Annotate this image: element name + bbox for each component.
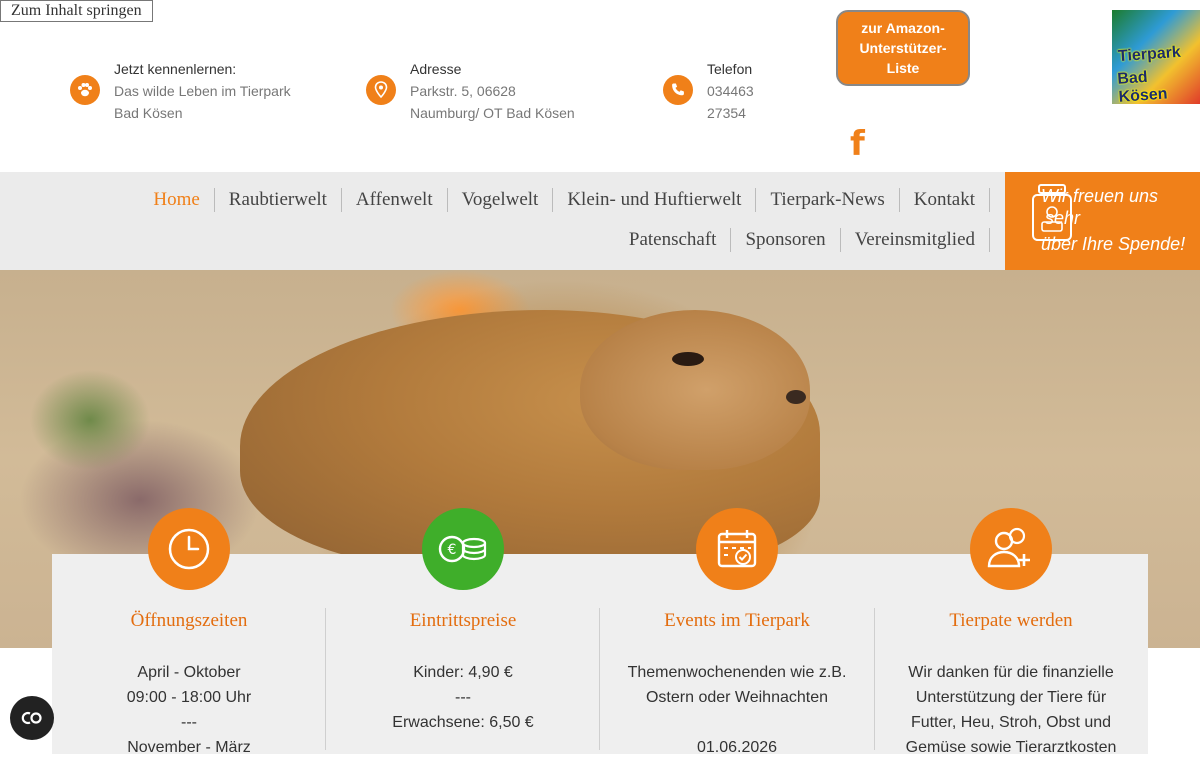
amazon-button-label: Unterstützer- xyxy=(859,40,947,56)
nav-item-tierpark-news[interactable]: Tierpark-News xyxy=(755,188,898,212)
site-logo[interactable]: Tierpark Bad Kösen xyxy=(1112,10,1200,104)
info-line: Parkstr. 5, 06628 xyxy=(410,83,516,99)
nav-item-patenschaft[interactable]: Patenschaft xyxy=(615,228,731,252)
info-heading: Telefon xyxy=(707,61,753,77)
logo-text: Bad Kösen xyxy=(1116,68,1169,104)
card-title: Tierpate werden xyxy=(949,610,1073,631)
card-line: Erwachsene: 6,50 € xyxy=(392,714,534,731)
calendar-check-icon xyxy=(696,508,778,590)
card-line: Kinder: 4,90 € xyxy=(413,664,513,681)
paw-icon xyxy=(70,75,100,105)
card-line: Unterstützung der Tiere für xyxy=(915,689,1107,706)
info-intro: Jetzt kennenlernen: Das wilde Leben im T… xyxy=(70,58,291,124)
donate-text-prefix: Wir xyxy=(1041,186,1068,206)
logo-text: Tierpark xyxy=(1117,43,1182,66)
phone-icon xyxy=(663,75,693,105)
svg-text:€: € xyxy=(448,542,457,558)
amazon-button-label: Liste xyxy=(886,60,920,76)
donate-text: über Ihre Spende! xyxy=(1041,234,1186,254)
skip-to-content-link[interactable]: Zum Inhalt springen xyxy=(0,0,153,22)
prairie-dog-nose xyxy=(786,390,806,404)
facebook-icon[interactable]: f xyxy=(850,124,865,164)
info-line: Das wilde Leben im Tierpark xyxy=(114,83,291,99)
phone-number-link[interactable]: 034463 xyxy=(707,80,754,102)
card-title: Events im Tierpark xyxy=(664,610,810,631)
card-line: --- xyxy=(181,714,197,731)
prairie-dog-head xyxy=(580,310,810,470)
info-phone: Telefon 034463 27354 xyxy=(663,58,754,124)
card-line: Gemüse sowie Tierarztkosten xyxy=(905,739,1117,756)
info-line: Naumburg/ OT Bad Kösen xyxy=(410,105,575,121)
info-heading: Jetzt kennenlernen: xyxy=(114,61,237,77)
card-line: --- xyxy=(455,689,471,706)
card-title: Öffnungszeiten xyxy=(130,610,248,631)
phone-number-link[interactable]: 27354 xyxy=(707,102,754,124)
nav-item-vereinsmitglied[interactable]: Vereinsmitglied xyxy=(839,228,990,252)
info-heading: Adresse xyxy=(410,61,462,77)
card-title: Eintrittspreise xyxy=(409,610,517,631)
clock-icon xyxy=(148,508,230,590)
nav-item-home[interactable]: Home xyxy=(139,188,213,212)
main-navigation: Home Raubtierwelt Affenwelt Vogelwelt Kl… xyxy=(0,172,1005,270)
amazon-button-label: zur Amazon- xyxy=(861,20,945,36)
cookie-settings-button[interactable] xyxy=(10,696,54,740)
nav-item-affenwelt[interactable]: Affenwelt xyxy=(340,188,447,212)
cookie-consent-icon xyxy=(21,711,42,725)
nav-item-vogelwelt[interactable]: Vogelwelt xyxy=(446,188,553,212)
donate-text-overlap: sehr xyxy=(1045,208,1081,228)
add-user-icon xyxy=(970,508,1052,590)
card-line: Futter, Heu, Stroh, Obst und xyxy=(910,714,1112,731)
donate-banner[interactable]: freuen uns Wir sehr über Ihre Spende! xyxy=(1005,172,1200,270)
donate-text: freuen uns xyxy=(1073,186,1159,206)
card-line xyxy=(600,710,874,735)
card-line: 01.06.2026 xyxy=(696,739,778,756)
prairie-dog-eye xyxy=(672,352,704,366)
info-address: Adresse Parkstr. 5, 06628 Naumburg/ OT B… xyxy=(366,58,575,124)
card-line: Wir danken für die finanzielle xyxy=(908,664,1114,681)
nav-item-sponsoren[interactable]: Sponsoren xyxy=(730,228,839,252)
amazon-wishlist-button[interactable]: zur Amazon- Unterstützer- Liste xyxy=(836,10,970,86)
card-line: 09:00 - 18:00 Uhr xyxy=(126,689,252,706)
card-line: Themenwochenenden wie z.B. xyxy=(627,664,847,681)
nav-item-kontakt[interactable]: Kontakt xyxy=(898,188,990,212)
nav-item-klein-und-huftierwelt[interactable]: Klein- und Huftierwelt xyxy=(552,188,755,212)
nav-item-raubtierwelt[interactable]: Raubtierwelt xyxy=(213,188,341,212)
location-pin-icon xyxy=(366,75,396,105)
card-line: April - Oktober xyxy=(137,664,241,681)
card-line: Ostern oder Weihnachten xyxy=(645,689,829,706)
info-line: Bad Kösen xyxy=(114,105,183,121)
coins-icon: € xyxy=(422,508,504,590)
card-line: November - März xyxy=(127,739,251,756)
